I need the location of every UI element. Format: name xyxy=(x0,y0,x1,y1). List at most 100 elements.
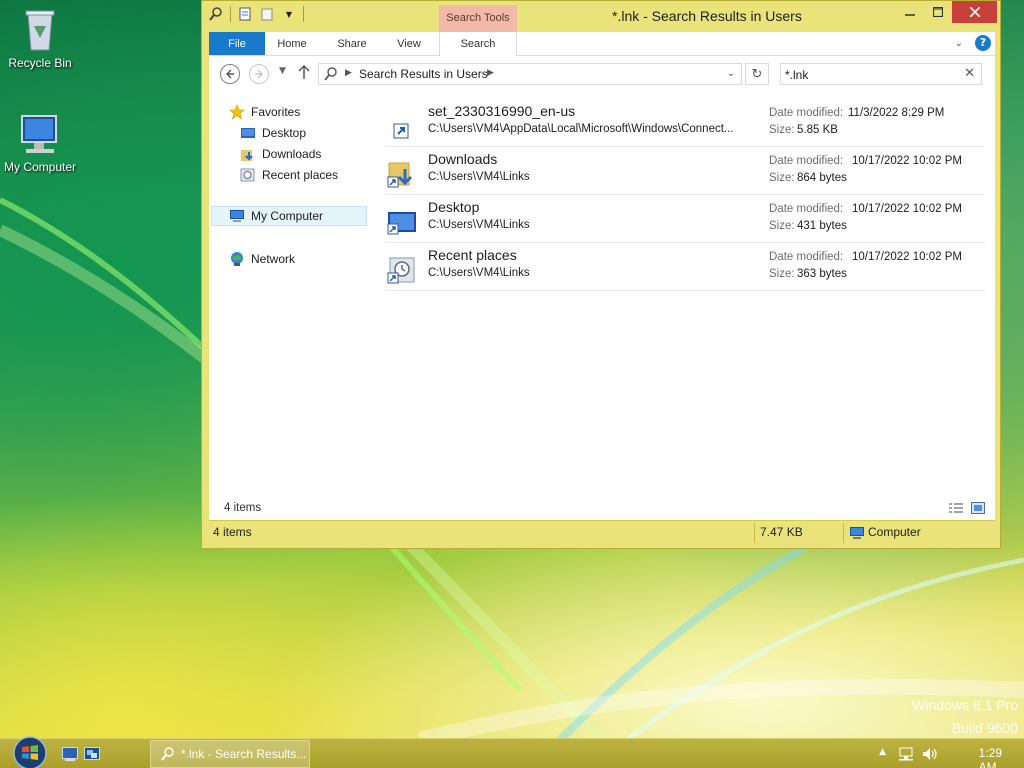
date-modified-label: Date modified: xyxy=(769,203,844,215)
result-path: C:\Users\VM4\AppData\Local\Microsoft\Win… xyxy=(428,123,734,135)
status-divider xyxy=(843,523,844,543)
clock[interactable]: 1:29 AM xyxy=(979,746,1002,768)
start-orb-icon xyxy=(13,736,47,768)
nav-item-desktop[interactable]: Desktop xyxy=(240,123,306,143)
date-modified-label: Date modified: xyxy=(769,155,844,167)
desktop-icon-my-computer[interactable]: My Computer xyxy=(0,112,80,174)
tab-search[interactable]: Search xyxy=(439,32,517,56)
item-count: 4 items xyxy=(224,502,262,514)
search-input[interactable] xyxy=(785,66,955,83)
clear-search-icon[interactable]: ✕ xyxy=(964,66,975,81)
os-watermark-edition: Windows 8.1 Pro xyxy=(912,697,1018,713)
result-path: C:\Users\VM4\Links xyxy=(428,171,530,183)
nav-item-label: Recent places xyxy=(262,168,339,182)
navigation-pane: Favorites Desktop Downloads Recent place… xyxy=(209,93,369,520)
maximize-button[interactable] xyxy=(925,1,951,23)
properties-icon[interactable] xyxy=(237,6,253,22)
chevron-down-icon[interactable]: ⌄ xyxy=(727,68,735,79)
explorer-window: ▼ Search Tools *.lnk - Search Results in… xyxy=(201,0,1001,549)
forward-button[interactable] xyxy=(249,64,269,84)
result-row[interactable]: Desktop C:\Users\VM4\Links Date modified… xyxy=(385,195,985,243)
date-modified-value: 10/17/2022 10:02 PM xyxy=(852,251,962,263)
close-button[interactable] xyxy=(952,1,997,23)
large-icons-view-icon[interactable] xyxy=(971,502,985,514)
ribbon-controls: ⌄ ? xyxy=(955,35,991,51)
context-tab-search-tools: Search Tools xyxy=(439,5,517,32)
shortcut-icon xyxy=(393,123,409,139)
expand-ribbon-icon[interactable]: ⌄ xyxy=(955,38,963,49)
nav-item-favorites[interactable]: Favorites xyxy=(229,102,300,122)
search-box[interactable]: ✕ xyxy=(780,63,982,85)
details-view-icon[interactable] xyxy=(949,502,963,514)
nav-item-label: Desktop xyxy=(262,126,307,140)
nav-item-my-computer[interactable]: My Computer xyxy=(211,206,367,226)
chevron-right-icon[interactable]: ▶ xyxy=(487,68,494,78)
taskbar-button-label: *.lnk - Search Results... xyxy=(181,747,307,761)
switch-windows-icon[interactable] xyxy=(84,747,100,761)
navigation-bar: ▼ ▶ Search Results in Users ▶ ⌄ ↻ ✕ xyxy=(209,56,995,93)
minimize-icon xyxy=(905,14,915,16)
status-location: Computer xyxy=(868,525,921,539)
chevron-right-icon[interactable]: ▶ xyxy=(345,68,352,78)
desktop-icon-label: My Computer xyxy=(3,160,77,174)
refresh-icon: ↻ xyxy=(751,66,763,82)
tab-home[interactable]: Home xyxy=(271,32,313,55)
nav-item-label: My Computer xyxy=(251,209,324,223)
toolbar-divider xyxy=(230,6,231,22)
show-hidden-icons-icon[interactable]: ▲ xyxy=(879,747,886,757)
date-modified-label: Date modified: xyxy=(769,251,844,263)
result-row[interactable]: Recent places C:\Users\VM4\Links Date mo… xyxy=(385,243,985,291)
status-total-size: 7.47 KB xyxy=(760,525,803,539)
back-button[interactable] xyxy=(220,64,240,84)
arrow-up-icon xyxy=(298,64,310,79)
arrow-right-icon xyxy=(255,69,263,79)
view-switcher xyxy=(949,502,985,514)
new-folder-icon[interactable] xyxy=(259,6,275,22)
tab-view[interactable]: View xyxy=(389,32,429,55)
window-title: *.lnk - Search Results in Users xyxy=(612,8,802,24)
help-icon[interactable]: ? xyxy=(975,35,991,51)
status-bar: 4 items 7.47 KB Computer xyxy=(209,520,995,544)
desktop-shortcut-icon xyxy=(387,212,416,235)
result-row[interactable]: Downloads C:\Users\VM4\Links Date modifi… xyxy=(385,147,985,195)
size-label: Size: xyxy=(769,268,795,280)
tab-share[interactable]: Share xyxy=(329,32,375,55)
size-value: 363 bytes xyxy=(797,268,847,280)
nav-item-label: Network xyxy=(251,252,296,266)
search-icon[interactable] xyxy=(208,6,224,22)
search-icon xyxy=(324,67,337,81)
downloads-icon xyxy=(241,150,253,161)
date-modified-value: 10/17/2022 10:02 PM xyxy=(852,155,962,167)
status-item-count: 4 items xyxy=(213,525,252,539)
network-status-icon[interactable] xyxy=(898,747,914,761)
address-bar[interactable]: ▶ Search Results in Users ▶ ⌄ xyxy=(318,63,742,85)
customize-dropdown-icon[interactable]: ▼ xyxy=(281,6,297,22)
size-label: Size: xyxy=(769,172,795,184)
minimize-button[interactable] xyxy=(897,1,923,23)
result-path: C:\Users\VM4\Links xyxy=(428,219,530,231)
date-modified-label: Date modified: xyxy=(769,107,844,119)
start-button[interactable] xyxy=(10,735,50,768)
result-name: Desktop xyxy=(428,199,480,215)
toolbar-divider xyxy=(303,6,304,22)
nav-item-recent-places[interactable]: Recent places xyxy=(240,165,338,185)
title-bar[interactable]: ▼ Search Tools *.lnk - Search Results in… xyxy=(202,1,1000,32)
taskbar-button-explorer[interactable]: *.lnk - Search Results... xyxy=(150,740,310,768)
nav-item-downloads[interactable]: Downloads xyxy=(240,144,321,164)
network-icon xyxy=(231,252,243,266)
volume-icon[interactable] xyxy=(922,747,938,761)
address-path[interactable]: Search Results in Users xyxy=(359,67,488,81)
tab-file[interactable]: File xyxy=(209,32,265,55)
refresh-button[interactable]: ↻ xyxy=(745,63,769,85)
nav-item-network[interactable]: Network xyxy=(229,249,295,269)
up-button[interactable] xyxy=(298,64,310,83)
desktop-icon-recycle-bin[interactable]: Recycle Bin xyxy=(0,6,80,70)
recent-locations-icon[interactable]: ▼ xyxy=(279,66,286,76)
size-value: 864 bytes xyxy=(797,172,847,184)
os-watermark-build: Build 9600 xyxy=(951,720,1018,736)
star-icon xyxy=(229,104,245,120)
result-row[interactable]: set_2330316990_en-us C:\Users\VM4\AppDat… xyxy=(385,99,985,147)
show-desktop-icon[interactable] xyxy=(62,747,78,761)
size-value: 431 bytes xyxy=(797,220,847,232)
search-results-list: set_2330316990_en-us C:\Users\VM4\AppDat… xyxy=(385,93,989,520)
